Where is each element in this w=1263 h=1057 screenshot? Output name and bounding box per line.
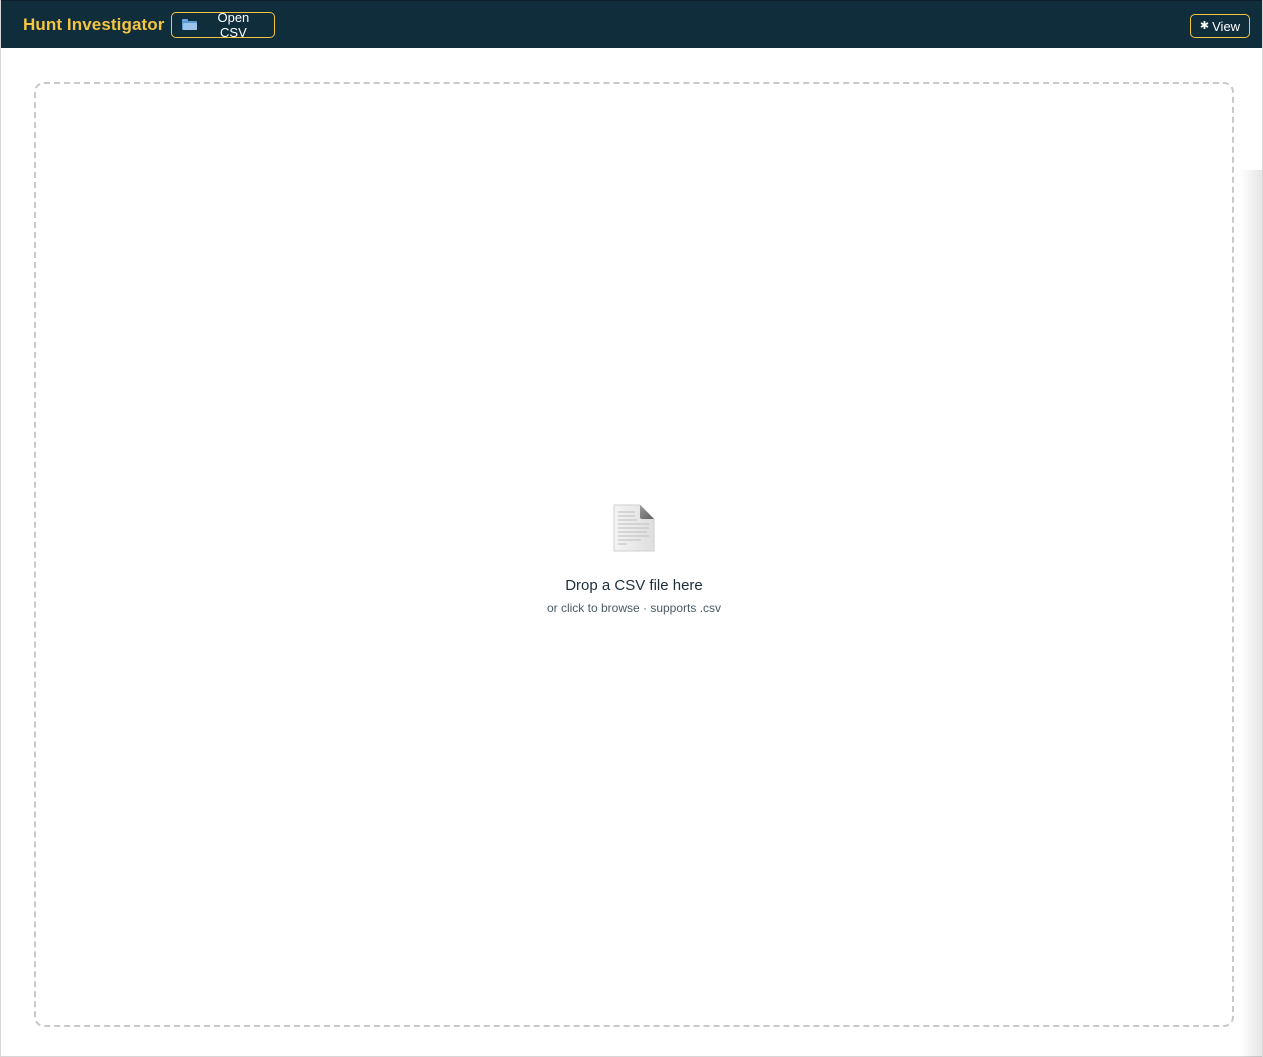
side-panel-shadow: [1240, 170, 1262, 1057]
view-button[interactable]: ✱ View: [1190, 14, 1250, 38]
dropzone-content: Drop a CSV file here or click to browse …: [36, 504, 1232, 615]
dropzone-title: Drop a CSV file here: [565, 577, 703, 594]
app-title: Hunt Investigator: [23, 15, 165, 34]
open-csv-button[interactable]: Open CSV: [171, 10, 275, 40]
top-bar: Hunt Investigator Open CSV ✱ View: [1, 0, 1262, 48]
document-icon: [613, 504, 655, 552]
app-window: Hunt Investigator Open CSV ✱ View Drop a…: [0, 0, 1263, 1057]
open-csv-label: Open CSV: [217, 10, 250, 40]
dropzone-subtitle: or click to browse · supports .csv: [546, 601, 722, 615]
gear-icon: ✱: [1199, 19, 1210, 32]
folder-icon: [182, 18, 197, 30]
csv-dropzone[interactable]: Drop a CSV file here or click to browse …: [34, 82, 1234, 1027]
view-label: View: [1212, 18, 1241, 34]
